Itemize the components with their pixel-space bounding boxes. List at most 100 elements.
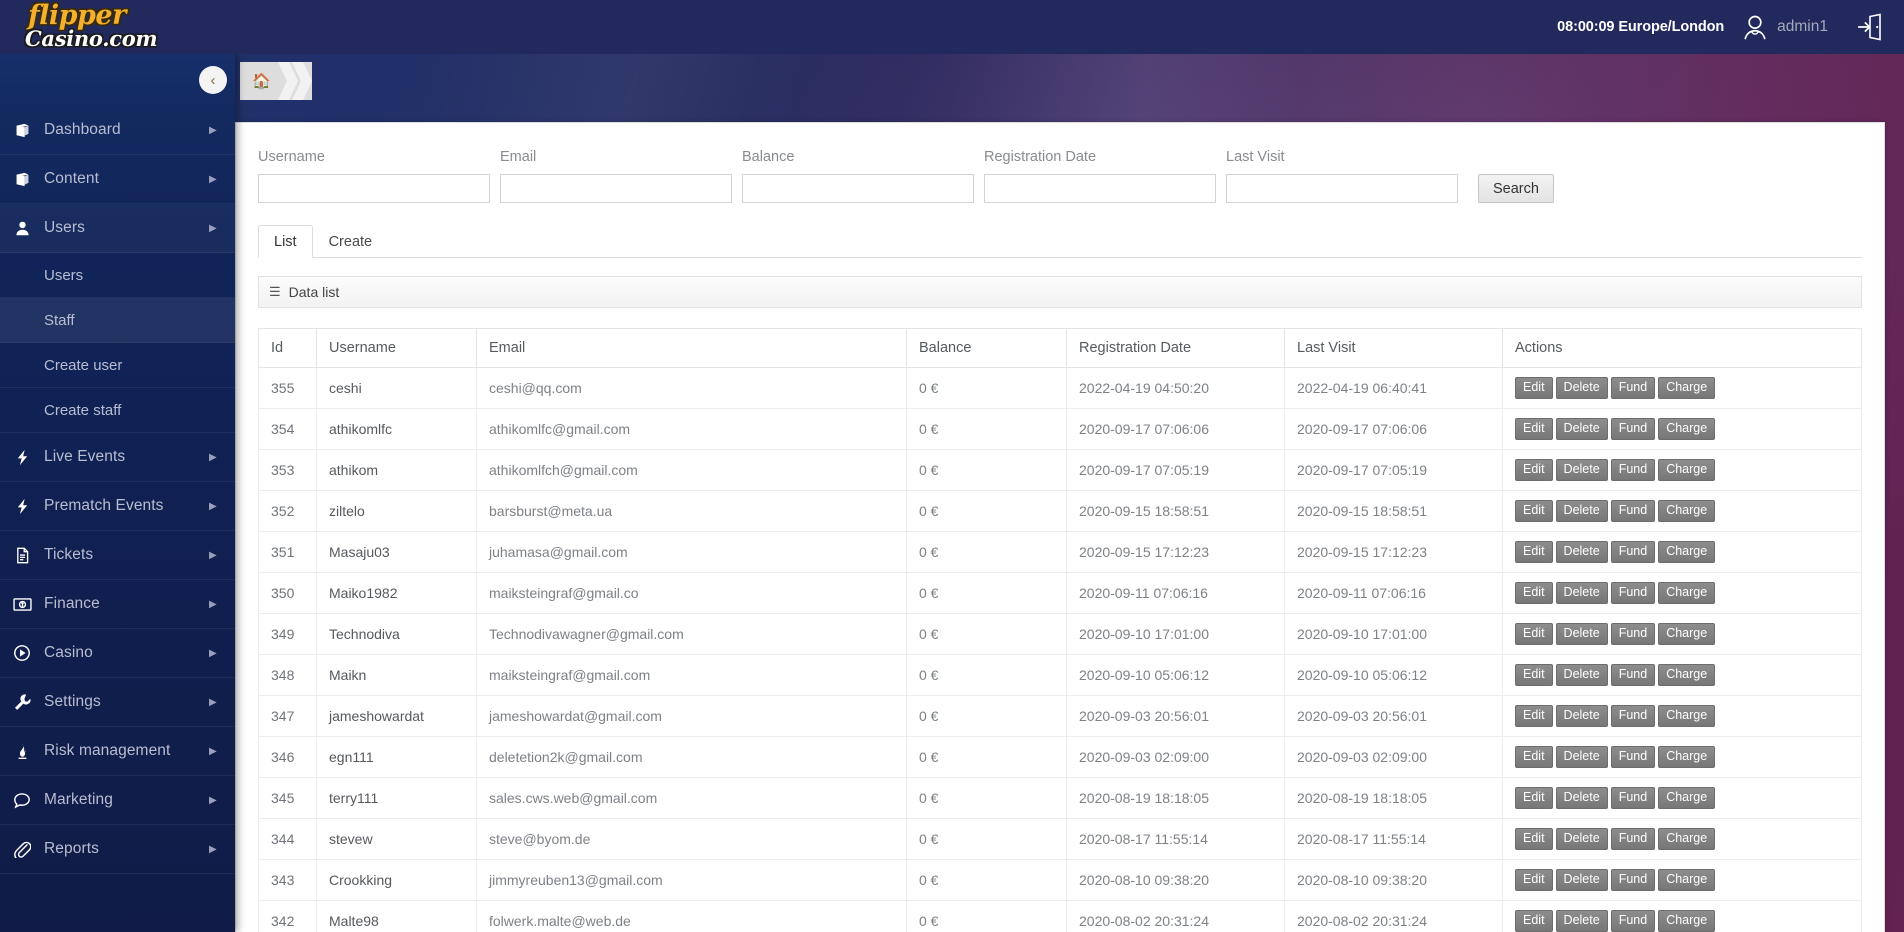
sidebar-subitem-create-staff[interactable]: Create staff (0, 388, 235, 433)
sidebar-item-marketing[interactable]: Marketing ▶ (0, 776, 235, 825)
delete-button[interactable]: Delete (1555, 541, 1608, 563)
user-icon (0, 220, 44, 237)
fund-button[interactable]: Fund (1610, 623, 1656, 645)
delete-button[interactable]: Delete (1555, 664, 1608, 686)
charge-button[interactable]: Charge (1658, 582, 1716, 604)
delete-button[interactable]: Delete (1555, 418, 1608, 440)
edit-button[interactable]: Edit (1515, 828, 1553, 850)
edit-button[interactable]: Edit (1515, 787, 1553, 809)
sidebar-item-content[interactable]: Content ▶ (0, 155, 235, 204)
sidebar-subitem-staff[interactable]: Staff (0, 298, 235, 343)
cell-registration-date: 2020-08-02 20:31:24 (1066, 900, 1285, 932)
delete-button[interactable]: Delete (1555, 459, 1608, 481)
fund-button[interactable]: Fund (1610, 664, 1656, 686)
fund-button[interactable]: Fund (1610, 828, 1656, 850)
sidebar-subitem-label: Staff (44, 311, 75, 329)
sidebar-item-settings[interactable]: Settings ▶ (0, 678, 235, 727)
charge-button[interactable]: Charge (1658, 459, 1716, 481)
filter-bar: Username Email Balance Registration Date Las… (236, 123, 1884, 203)
top-bar: flipper Casino.com 08:00:09 Europe/Londo… (0, 0, 1904, 54)
sidebar-item-risk-management[interactable]: Risk management ▶ (0, 727, 235, 776)
filter-input-balance[interactable] (742, 174, 974, 203)
edit-button[interactable]: Edit (1515, 459, 1553, 481)
fund-button[interactable]: Fund (1610, 910, 1656, 932)
delete-button[interactable]: Delete (1555, 787, 1608, 809)
sidebar-item-casino[interactable]: Casino ▶ (0, 629, 235, 678)
site-logo[interactable]: flipper Casino.com (24, 2, 204, 52)
charge-button[interactable]: Charge (1658, 541, 1716, 563)
logout-door-icon[interactable] (1856, 13, 1890, 41)
sidebar-item-tickets[interactable]: Tickets ▶ (0, 531, 235, 580)
search-button[interactable]: Search (1478, 174, 1554, 203)
sidebar-item-dashboard[interactable]: Dashboard ▶ (0, 106, 235, 155)
fund-button[interactable]: Fund (1610, 746, 1656, 768)
cell-registration-date: 2020-09-10 17:01:00 (1066, 613, 1285, 655)
chevron-left-icon[interactable]: ‹ (199, 66, 227, 94)
edit-button[interactable]: Edit (1515, 623, 1553, 645)
sidebar-item-finance[interactable]: Finance ▶ (0, 580, 235, 629)
sidebar-item-reports[interactable]: Reports ▶ (0, 825, 235, 874)
charge-button[interactable]: Charge (1658, 910, 1716, 932)
cell-id: 347 (258, 695, 317, 737)
fund-button[interactable]: Fund (1610, 377, 1656, 399)
charge-button[interactable]: Charge (1658, 500, 1716, 522)
fund-button[interactable]: Fund (1610, 459, 1656, 481)
sidebar-subitem-create-user[interactable]: Create user (0, 343, 235, 388)
cell-actions: Edit Delete Fund Charge (1502, 613, 1862, 655)
charge-button[interactable]: Charge (1658, 705, 1716, 727)
fund-button[interactable]: Fund (1610, 787, 1656, 809)
cell-username: athikomlfc (316, 408, 477, 450)
fund-button[interactable]: Fund (1610, 418, 1656, 440)
filter-input-email[interactable] (500, 174, 732, 203)
delete-button[interactable]: Delete (1555, 500, 1608, 522)
edit-button[interactable]: Edit (1515, 910, 1553, 932)
chevron-right-icon: ▶ (209, 647, 217, 659)
sidebar-item-users[interactable]: Users ▶ (0, 204, 235, 253)
delete-button[interactable]: Delete (1555, 910, 1608, 932)
charge-button[interactable]: Charge (1658, 869, 1716, 891)
cell-last-visit: 2020-09-10 17:01:00 (1284, 613, 1503, 655)
breadcrumb-home[interactable]: 🏠 (240, 62, 312, 100)
cell-balance: 0 € (906, 695, 1067, 737)
charge-button[interactable]: Charge (1658, 377, 1716, 399)
sidebar-item-live-events[interactable]: Live Events ▶ (0, 433, 235, 482)
fund-button[interactable]: Fund (1610, 582, 1656, 604)
delete-button[interactable]: Delete (1555, 623, 1608, 645)
edit-button[interactable]: Edit (1515, 418, 1553, 440)
sidebar-item-prematch-events[interactable]: Prematch Events ▶ (0, 482, 235, 531)
chevron-right-icon: ▶ (209, 696, 217, 708)
charge-button[interactable]: Charge (1658, 746, 1716, 768)
delete-button[interactable]: Delete (1555, 582, 1608, 604)
filter-input-username[interactable] (258, 174, 490, 203)
tab-list[interactable]: List (258, 225, 313, 258)
delete-button[interactable]: Delete (1555, 705, 1608, 727)
edit-button[interactable]: Edit (1515, 541, 1553, 563)
delete-button[interactable]: Delete (1555, 377, 1608, 399)
charge-button[interactable]: Charge (1658, 787, 1716, 809)
edit-button[interactable]: Edit (1515, 664, 1553, 686)
filter-input-last-visit[interactable] (1226, 174, 1458, 203)
edit-button[interactable]: Edit (1515, 582, 1553, 604)
cell-username: Maikn (316, 654, 477, 696)
cell-id: 342 (258, 900, 317, 932)
delete-button[interactable]: Delete (1555, 746, 1608, 768)
edit-button[interactable]: Edit (1515, 869, 1553, 891)
delete-button[interactable]: Delete (1555, 828, 1608, 850)
edit-button[interactable]: Edit (1515, 500, 1553, 522)
edit-button[interactable]: Edit (1515, 377, 1553, 399)
edit-button[interactable]: Edit (1515, 705, 1553, 727)
delete-button[interactable]: Delete (1555, 869, 1608, 891)
filter-input-registration-date[interactable] (984, 174, 1216, 203)
edit-button[interactable]: Edit (1515, 746, 1553, 768)
hamburger-icon: ☰ (269, 284, 281, 299)
fund-button[interactable]: Fund (1610, 869, 1656, 891)
charge-button[interactable]: Charge (1658, 418, 1716, 440)
sidebar-subitem-users[interactable]: Users (0, 253, 235, 298)
charge-button[interactable]: Charge (1658, 623, 1716, 645)
tab-create[interactable]: Create (313, 225, 389, 258)
fund-button[interactable]: Fund (1610, 541, 1656, 563)
charge-button[interactable]: Charge (1658, 828, 1716, 850)
fund-button[interactable]: Fund (1610, 500, 1656, 522)
fund-button[interactable]: Fund (1610, 705, 1656, 727)
charge-button[interactable]: Charge (1658, 664, 1716, 686)
